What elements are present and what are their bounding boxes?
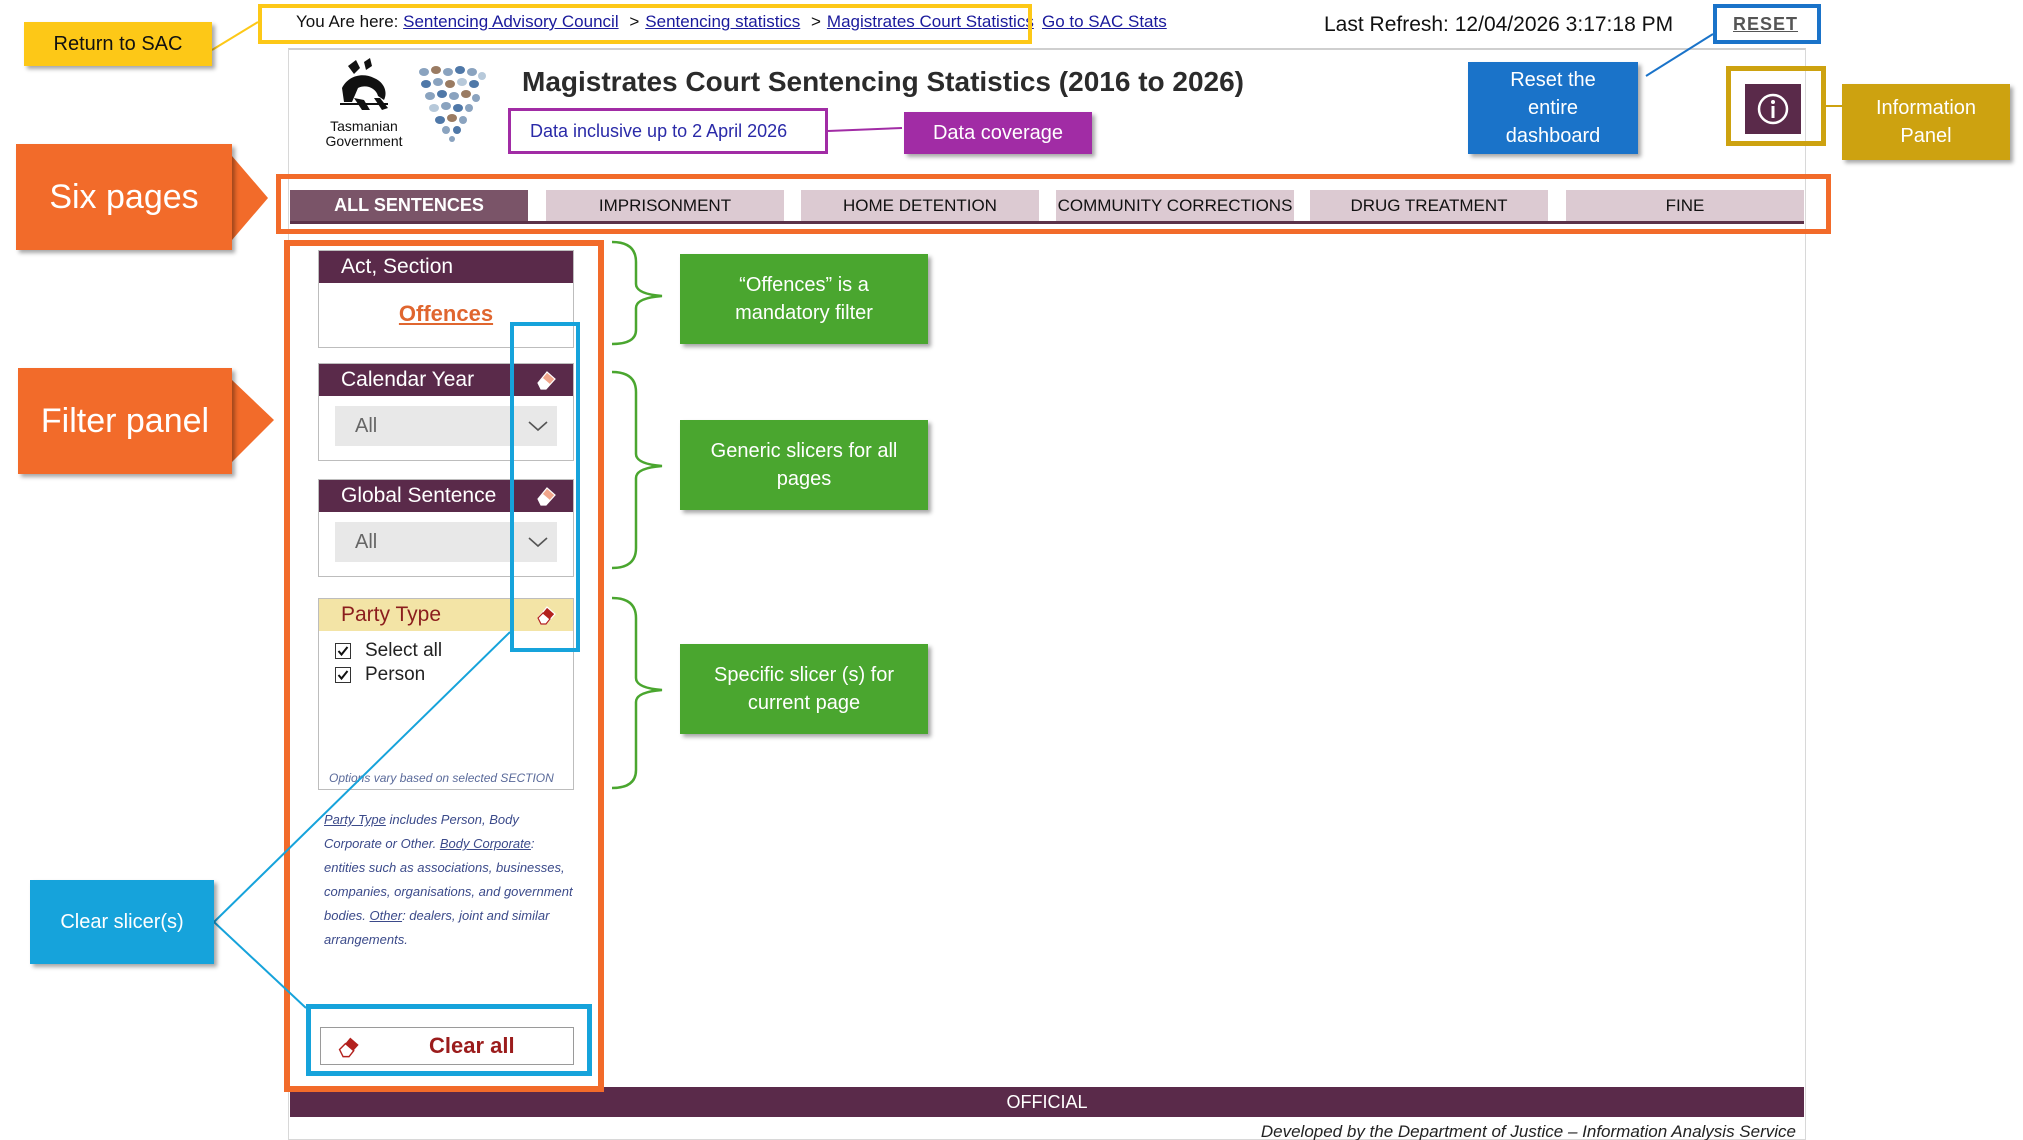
tab-drug-treatment[interactable]: DRUG TREATMENT — [1310, 190, 1548, 221]
breadcrumb-separator: > — [629, 12, 640, 31]
annotation-clear-slicers: Clear slicer(s) — [30, 880, 214, 964]
page-title: Magistrates Court Sentencing Statistics … — [522, 66, 1244, 98]
goto-sac-stats-link[interactable]: Go to SAC Stats — [1042, 12, 1167, 32]
tab-community-corrections[interactable]: COMMUNITY CORRECTIONS — [1056, 190, 1294, 221]
developed-by-text: Developed by the Department of Justice –… — [1260, 1122, 1796, 1140]
annotation-specific-slicers: Specific slicer (s) for current page — [680, 644, 928, 734]
offences-link[interactable]: Offences — [319, 301, 573, 327]
calendar-year-header: Calendar Year — [319, 364, 573, 396]
info-icon — [1757, 93, 1789, 125]
annotation-return-to-sac: Return to SAC — [24, 22, 212, 66]
page-title-text: Magistrates Court Sentencing Statistics — [522, 66, 1052, 97]
checkbox[interactable] — [335, 643, 351, 659]
party-type-slicer: Party Type Select all Person Options var… — [318, 598, 574, 790]
eraser-icon[interactable] — [535, 604, 557, 626]
global-sentence-label: Global Sentence — [341, 484, 497, 507]
calendar-year-slicer: Calendar Year All — [318, 363, 574, 461]
tab-home-detention[interactable]: HOME DETENTION — [801, 190, 1039, 221]
party-type-note: Options vary based on selected SECTION — [329, 771, 554, 785]
explain-term-other: Other — [369, 908, 403, 923]
annotation-text: Panel — [1900, 125, 1952, 147]
global-sentence-value: All — [355, 530, 378, 553]
global-sentence-slicer: Global Sentence All — [318, 479, 574, 577]
annotation-filter-panel: Filter panel — [18, 368, 232, 474]
eraser-icon[interactable] — [535, 369, 557, 391]
annotation-text: pages — [776, 468, 832, 490]
global-sentence-header: Global Sentence — [319, 480, 573, 512]
party-type-explanation: Party Type includes Person, Body Corpora… — [324, 808, 576, 952]
annotation-text: dashboard — [1505, 125, 1601, 147]
annotation-information-panel: Information Panel — [1842, 84, 2010, 160]
official-classification-bar: OFFICIAL — [290, 1087, 1804, 1117]
clear-all-label: Clear all — [429, 1033, 515, 1058]
tasmanian-government-logo: Tasmanian Government — [316, 58, 412, 149]
thylacine-icon — [340, 58, 388, 110]
breadcrumb-link-magistrates-court[interactable]: Magistrates Court Statistics — [827, 12, 1034, 31]
annotation-generic-slicers: Generic slicers for all pages — [680, 420, 928, 510]
tasmania-map-icon — [419, 66, 486, 142]
calendar-year-value: All — [355, 414, 378, 437]
chevron-down-icon — [528, 537, 548, 548]
annotation-text: entire — [1527, 97, 1579, 119]
annotation-text: Reset the — [1510, 69, 1596, 91]
breadcrumb-link-sac[interactable]: Sentencing Advisory Council — [403, 12, 618, 31]
clear-all-button[interactable]: Clear all — [320, 1027, 574, 1065]
party-type-option-person[interactable]: Person — [335, 663, 573, 687]
breadcrumb-prefix: You Are here: — [296, 12, 399, 31]
option-label: Select all — [365, 640, 443, 661]
breadcrumb: You Are here: Sentencing Advisory Counci… — [296, 12, 1034, 32]
annotation-text: current page — [747, 692, 861, 714]
annotation-text: mandatory filter — [735, 302, 873, 324]
party-type-header: Party Type — [319, 599, 573, 631]
checkmark-icon — [337, 646, 349, 657]
last-refresh: Last Refresh: 12/04/2026 3:17:18 PM — [1324, 13, 1673, 37]
checkbox[interactable] — [335, 667, 351, 683]
calendar-year-label: Calendar Year — [341, 368, 475, 391]
act-section-slicer: Act, Section Offences — [318, 250, 574, 348]
sac-pebble-logo — [414, 62, 490, 142]
information-panel-button[interactable] — [1745, 84, 1801, 134]
option-label: Person — [365, 664, 426, 685]
reset-button[interactable]: RESET — [1733, 14, 1798, 35]
chevron-down-icon — [528, 421, 548, 432]
annotation-text: Generic slicers for all — [710, 440, 898, 462]
logo-text-government: Government — [325, 133, 403, 149]
data-coverage-text: Data inclusive up to 2 April 2026 — [530, 121, 788, 141]
annotation-reset-dashboard: Reset the entire dashboard — [1468, 62, 1638, 154]
page-tabs: ALL SENTENCES IMPRISONMENT HOME DETENTIO… — [290, 186, 1804, 224]
breadcrumb-separator: > — [810, 12, 821, 31]
annotation-data-coverage: Data coverage — [904, 112, 1092, 154]
annotation-text: Information — [1875, 97, 1977, 119]
annotation-offences-mandatory: “Offences” is a mandatory filter — [680, 254, 928, 344]
logo-text-tasmanian: Tasmanian — [330, 118, 398, 134]
explain-term-body-corporate: Body Corporate — [439, 836, 531, 851]
checkmark-icon — [337, 670, 349, 681]
tab-imprisonment[interactable]: IMPRISONMENT — [546, 190, 784, 221]
calendar-year-dropdown[interactable]: All — [335, 406, 557, 446]
party-type-label: Party Type — [341, 603, 441, 626]
page-title-range: (2016 to 2026) — [1058, 66, 1245, 97]
tab-fine[interactable]: FINE — [1566, 190, 1804, 221]
party-type-option-select-all[interactable]: Select all — [335, 639, 573, 663]
annotation-text: Specific slicer (s) for — [713, 664, 895, 686]
last-refresh-value: 12/04/2026 3:17:18 PM — [1454, 13, 1674, 36]
explain-term-party-type: Party Type — [324, 812, 386, 827]
global-sentence-dropdown[interactable]: All — [335, 522, 557, 562]
breadcrumb-link-sentencing-statistics[interactable]: Sentencing statistics — [645, 12, 800, 31]
act-section-header: Act, Section — [319, 251, 573, 283]
eraser-icon[interactable] — [535, 485, 557, 507]
annotation-six-pages: Six pages — [16, 144, 232, 250]
tab-all-sentences[interactable]: ALL SENTENCES — [290, 190, 528, 221]
annotation-text: “Offences” is a — [739, 274, 869, 296]
last-refresh-label: Last Refresh: — [1324, 13, 1449, 36]
eraser-icon — [338, 1035, 361, 1058]
